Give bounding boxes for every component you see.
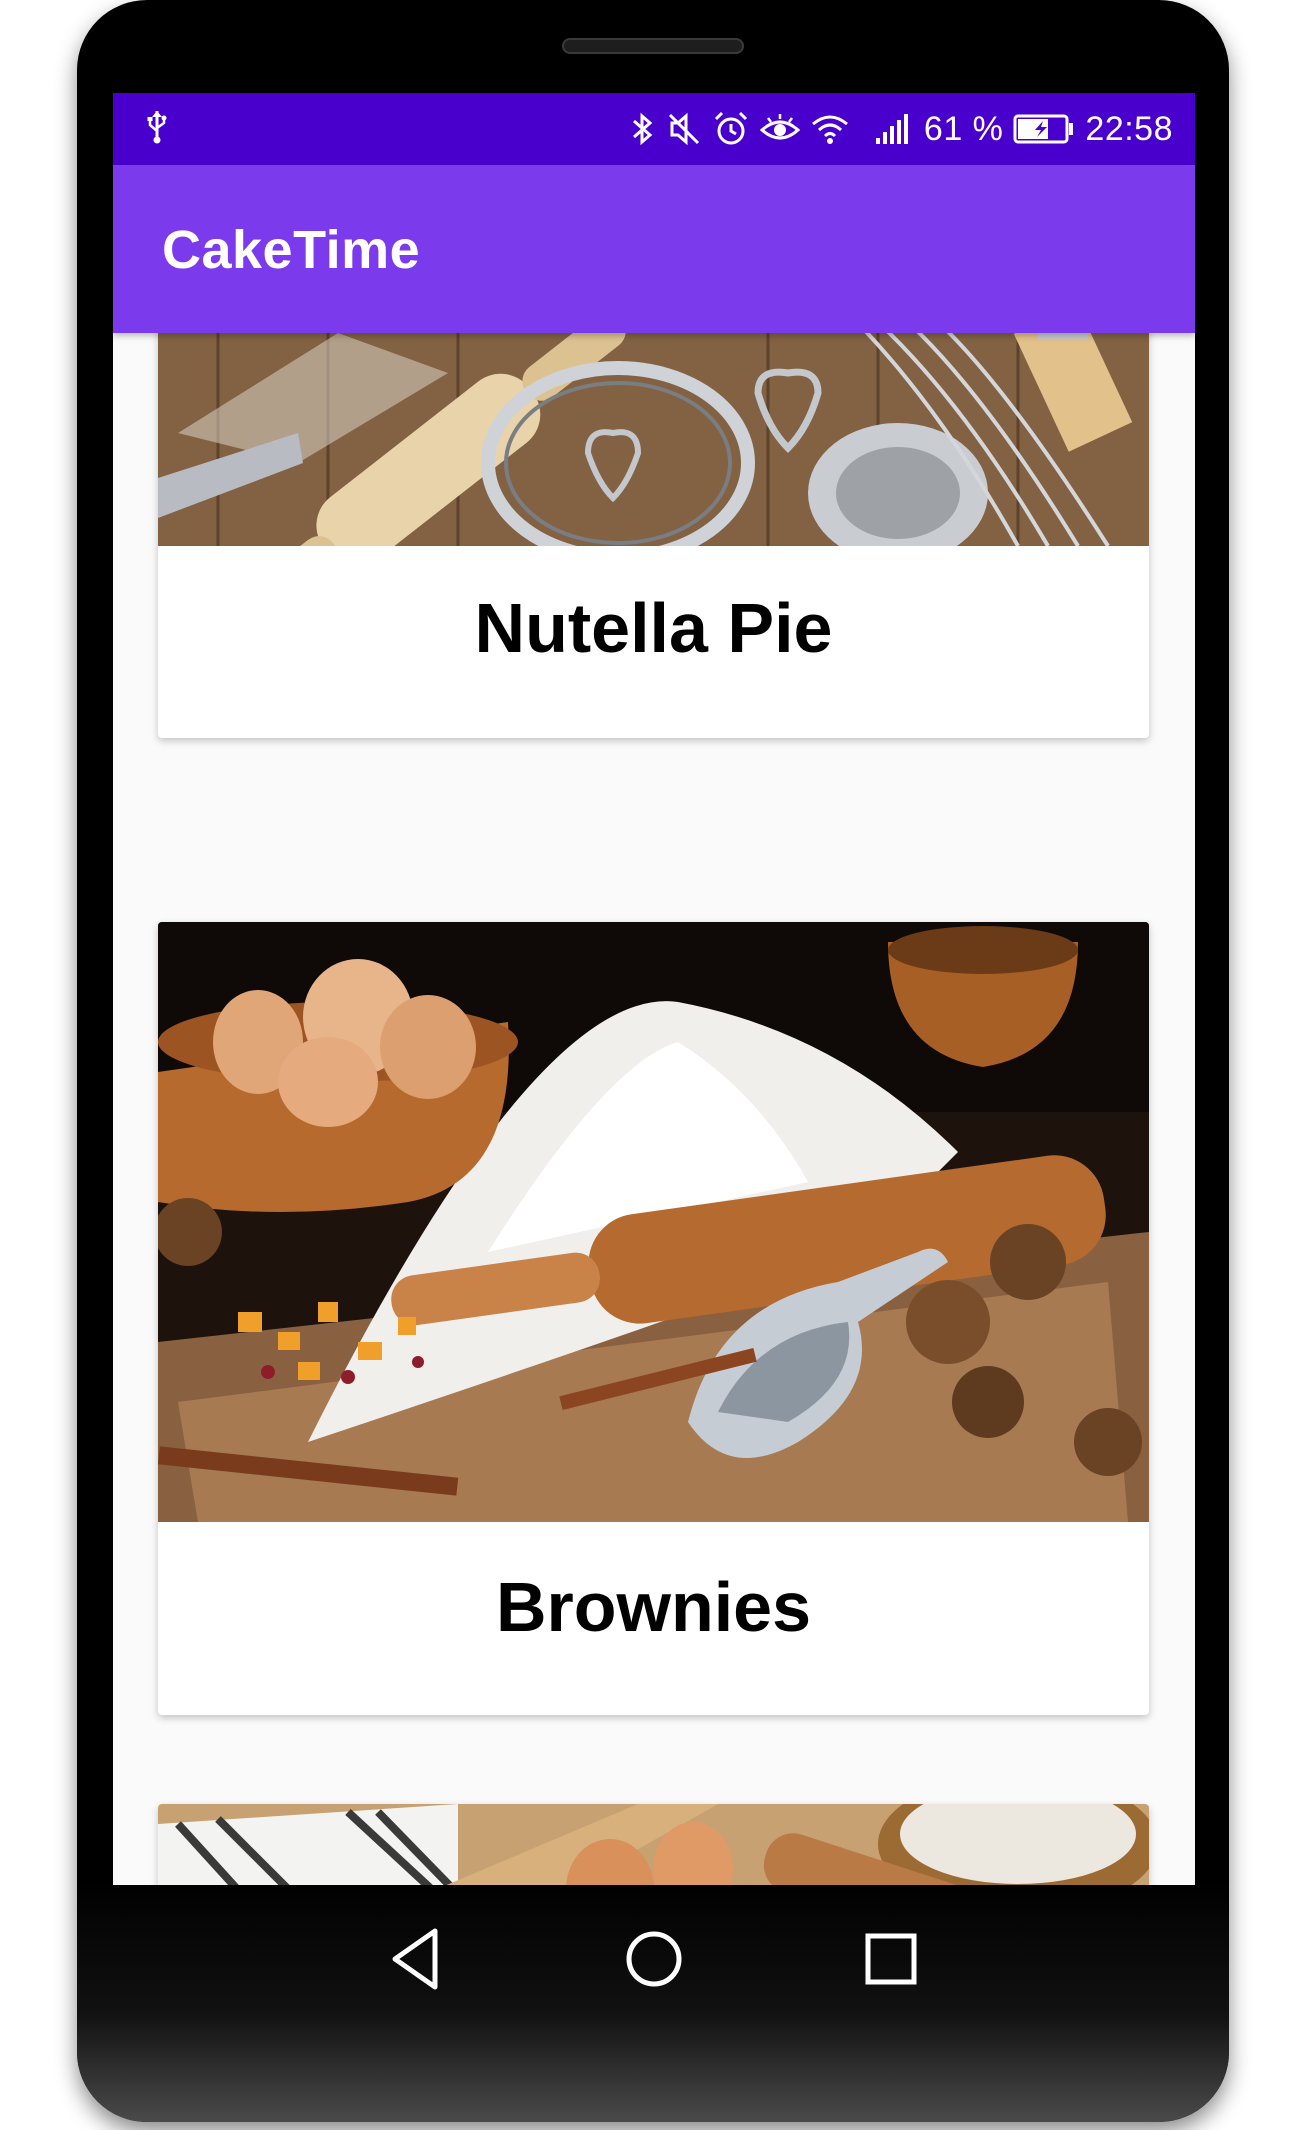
cake-card[interactable]: Nutella Pie [158, 333, 1149, 738]
signal-icon [875, 114, 908, 144]
navigation-bar [113, 1885, 1195, 2035]
status-icons: 61 % 22:58 [630, 93, 1173, 165]
cake-card[interactable] [158, 1804, 1149, 1885]
eye-icon [759, 114, 800, 140]
wifi-icon [811, 115, 848, 144]
battery-percent: 61 % [923, 109, 1004, 148]
screen: 61 % 22:58 CakeTime Nutella Pie Brownies [113, 93, 1195, 1885]
recents-icon[interactable] [851, 1919, 931, 1999]
phone-speaker [562, 38, 744, 54]
bluetooth-icon [632, 112, 653, 146]
back-icon[interactable] [377, 1919, 457, 1999]
cake-image [158, 922, 1149, 1522]
alarm-icon [714, 111, 747, 145]
cake-list[interactable]: Nutella Pie Brownies [113, 333, 1195, 1885]
usb-icon [147, 111, 167, 144]
cake-image [158, 333, 1149, 546]
mute-icon [668, 112, 699, 146]
app-title: CakeTime [162, 220, 421, 280]
cake-title: Nutella Pie [474, 589, 833, 667]
cake-title: Brownies [495, 1568, 812, 1646]
app-bar: CakeTime [113, 165, 1195, 333]
status-time: 22:58 [1085, 109, 1173, 148]
cake-image [158, 1804, 1149, 1885]
status-bar: 61 % 22:58 [113, 93, 1195, 165]
battery-charging-icon [1013, 114, 1074, 144]
cake-card[interactable]: Brownies [158, 922, 1149, 1715]
home-icon[interactable] [614, 1919, 694, 1999]
